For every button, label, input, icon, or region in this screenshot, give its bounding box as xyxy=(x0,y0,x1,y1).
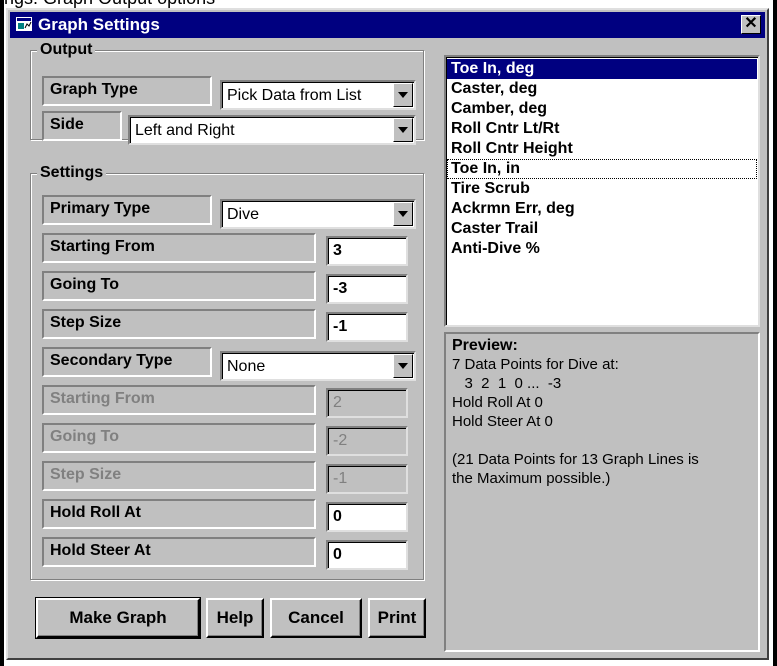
list-item[interactable]: Toe In, in xyxy=(447,159,757,179)
primary-type-value: Dive xyxy=(227,206,260,223)
preview-heading: Preview: xyxy=(452,337,518,354)
close-icon[interactable]: ✕ xyxy=(741,15,761,34)
primary-going-to-input[interactable]: -3 xyxy=(326,274,408,304)
help-button[interactable]: Help xyxy=(206,598,264,638)
background-text: ngs. Graph Output options xyxy=(4,0,215,8)
graph-type-label: Graph Type xyxy=(42,76,212,106)
list-item[interactable]: Toe In, deg xyxy=(447,59,757,79)
secondary-type-label: Secondary Type xyxy=(42,347,212,377)
app-icon xyxy=(16,17,32,31)
list-item[interactable]: Roll Cntr Height xyxy=(447,139,757,159)
primary-step-size-input[interactable]: -1 xyxy=(326,312,408,342)
list-item[interactable]: Anti-Dive % xyxy=(447,239,757,259)
preview-line: Hold Roll At 0 xyxy=(452,394,543,411)
window-title: Graph Settings xyxy=(38,15,160,34)
primary-going-to-label: Going To xyxy=(42,271,316,301)
side-label: Side xyxy=(42,111,122,141)
list-item[interactable]: Camber, deg xyxy=(447,99,757,119)
data-list[interactable]: Toe In, deg Caster, deg Camber, deg Roll Cn… xyxy=(444,55,760,327)
preview-panel: Preview: 7 Data Points for Dive at: 3 2 … xyxy=(444,332,760,652)
chevron-down-icon[interactable] xyxy=(393,202,413,226)
graph-settings-dialog: Graph Settings ✕ Output Graph Type Pick … xyxy=(6,8,769,660)
preview-spacer xyxy=(452,431,752,450)
preview-line: the Maximum possible.) xyxy=(452,470,611,487)
background-window-left-edge xyxy=(0,0,4,666)
list-item[interactable]: Roll Cntr Lt/Rt xyxy=(447,119,757,139)
secondary-going-to-input: -2 xyxy=(326,426,408,456)
secondary-starting-from-input: 2 xyxy=(326,388,408,418)
print-button[interactable]: Print xyxy=(368,598,426,638)
primary-step-size-label: Step Size xyxy=(42,309,316,339)
secondary-step-size-input: -1 xyxy=(326,464,408,494)
secondary-going-to-label: Going To xyxy=(42,423,316,453)
graph-type-dropdown[interactable]: Pick Data from List xyxy=(220,80,416,110)
list-item[interactable]: Ackrmn Err, deg xyxy=(447,199,757,219)
preview-line: (21 Data Points for 13 Graph Lines is xyxy=(452,451,699,468)
side-value: Left and Right xyxy=(135,122,235,139)
hold-roll-input[interactable]: 0 xyxy=(326,502,408,532)
background-window-right-edge xyxy=(773,0,777,666)
settings-group-title: Settings xyxy=(37,164,107,182)
list-item[interactable]: Caster, deg xyxy=(447,79,757,99)
list-item[interactable]: Caster Trail xyxy=(447,219,757,239)
make-graph-button[interactable]: Make Graph xyxy=(35,597,201,639)
preview-line: 3 2 1 0 ... -3 xyxy=(452,375,562,392)
chevron-down-icon[interactable] xyxy=(393,118,413,142)
secondary-type-dropdown[interactable]: None xyxy=(220,351,416,381)
secondary-step-size-label: Step Size xyxy=(42,461,316,491)
list-item[interactable]: Tire Scrub xyxy=(447,179,757,199)
preview-line: 7 Data Points for Dive at: xyxy=(452,356,619,373)
title-bar[interactable]: Graph Settings ✕ xyxy=(10,12,765,38)
side-dropdown[interactable]: Left and Right xyxy=(128,115,416,145)
chevron-down-icon[interactable] xyxy=(393,354,413,378)
preview-line: Hold Steer At 0 xyxy=(452,413,553,430)
chevron-down-icon[interactable] xyxy=(393,83,413,107)
hold-steer-label: Hold Steer At xyxy=(42,537,316,567)
output-group-title: Output xyxy=(37,41,96,59)
secondary-type-value: None xyxy=(227,358,266,375)
graph-type-value: Pick Data from List xyxy=(227,87,362,104)
background-window-strip: ngs. Graph Output options xyxy=(0,0,777,8)
primary-type-dropdown[interactable]: Dive xyxy=(220,199,416,229)
cancel-button[interactable]: Cancel xyxy=(270,598,362,638)
primary-type-label: Primary Type xyxy=(42,195,212,225)
secondary-starting-from-label: Starting From xyxy=(42,385,316,415)
hold-steer-input[interactable]: 0 xyxy=(326,540,408,570)
primary-starting-from-label: Starting From xyxy=(42,233,316,263)
primary-starting-from-input[interactable]: 3 xyxy=(326,236,408,266)
hold-roll-label: Hold Roll At xyxy=(42,499,316,529)
